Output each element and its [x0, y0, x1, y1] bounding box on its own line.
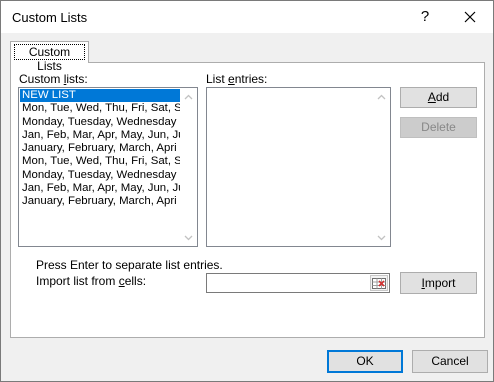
custom-lists-label-text-end: ists:: [66, 72, 88, 86]
scroll-down-button[interactable]: [373, 229, 390, 246]
list-entries-label-text: List: [206, 72, 229, 86]
import-label-text-end: ells:: [124, 274, 147, 288]
list-entries-label-text-end: ntries:: [234, 72, 268, 86]
help-button[interactable]: ?: [405, 3, 445, 31]
scroll-down-button[interactable]: [180, 229, 197, 246]
cancel-button[interactable]: Cancel: [412, 350, 488, 373]
title-bar: Custom Lists ?: [1, 1, 493, 33]
add-button-label: dd: [435, 90, 450, 104]
chevron-down-icon: [377, 235, 386, 240]
custom-lists-dialog: Custom Lists ? Custom Lists Custom lists…: [0, 0, 494, 382]
list-entries-label: List entries:: [206, 72, 267, 86]
hint-text: Press Enter to separate list entries.: [36, 258, 223, 272]
list-item[interactable]: Jan, Feb, Mar, Apr, May, Jun, Ju: [20, 182, 180, 195]
custom-lists-label-text: Custom: [19, 72, 64, 86]
list-item[interactable]: Jan, Feb, Mar, Apr, May, Jun, Ju: [20, 129, 180, 142]
list-entries-scrollbar[interactable]: [373, 88, 390, 246]
dialog-title: Custom Lists: [12, 10, 88, 25]
add-button[interactable]: Add: [400, 87, 477, 108]
close-icon: [464, 11, 476, 23]
scroll-up-button[interactable]: [180, 88, 197, 105]
list-item[interactable]: Monday, Tuesday, Wednesday: [20, 169, 180, 182]
scroll-up-button[interactable]: [373, 88, 390, 105]
import-label: Import list from cells:: [36, 274, 146, 288]
help-icon: ?: [420, 8, 430, 25]
tab-custom-lists[interactable]: Custom Lists: [10, 41, 89, 73]
range-select-button[interactable]: [370, 275, 388, 291]
list-entries-label-accesskey: e: [228, 72, 235, 86]
ok-button[interactable]: OK: [327, 350, 403, 373]
custom-lists-label: Custom lists:: [19, 72, 88, 86]
list-item[interactable]: NEW LIST: [20, 89, 180, 103]
import-range-input[interactable]: [206, 273, 390, 293]
add-button-accesskey: A: [427, 90, 436, 104]
list-item[interactable]: Mon, Tue, Wed, Thu, Fri, Sat, S: [20, 155, 180, 168]
list-entries-field[interactable]: [206, 87, 391, 247]
list-item[interactable]: Mon, Tue, Wed, Thu, Fri, Sat, S: [20, 102, 180, 115]
chevron-up-icon: [377, 94, 386, 99]
delete-button[interactable]: Delete: [400, 117, 477, 138]
close-button[interactable]: [450, 3, 490, 31]
custom-lists-items: NEW LIST Mon, Tue, Wed, Thu, Fri, Sat, S…: [20, 89, 180, 209]
import-label-text: Import list from: [36, 274, 119, 288]
list-item[interactable]: Monday, Tuesday, Wednesday: [20, 116, 180, 129]
import-button[interactable]: Import: [400, 272, 477, 294]
chevron-down-icon: [184, 235, 193, 240]
chevron-up-icon: [184, 94, 193, 99]
range-select-icon: [372, 278, 386, 289]
tab-custom-lists-label: Custom Lists: [14, 44, 85, 73]
list-item[interactable]: January, February, March, Apri: [20, 142, 180, 155]
custom-lists-listbox[interactable]: NEW LIST Mon, Tue, Wed, Thu, Fri, Sat, S…: [18, 87, 198, 247]
list-item[interactable]: January, February, March, Apri: [20, 195, 180, 208]
import-button-label: mport: [424, 276, 456, 290]
custom-lists-scrollbar[interactable]: [180, 88, 197, 246]
